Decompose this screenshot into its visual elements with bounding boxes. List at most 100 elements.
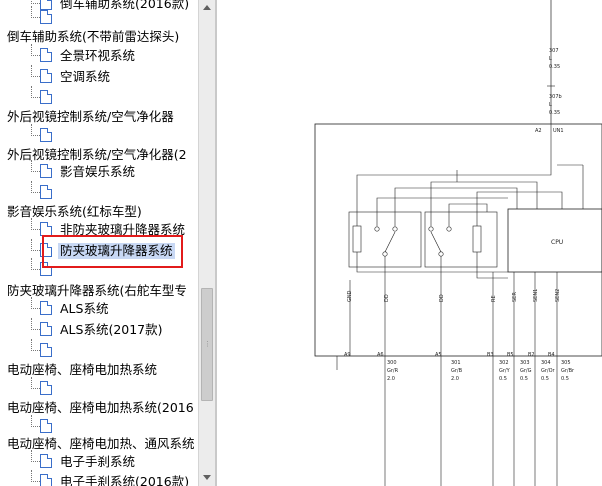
pin-label: SEN1 bbox=[533, 289, 539, 302]
document-icon bbox=[40, 381, 52, 395]
document-icon bbox=[40, 454, 52, 468]
wire-gauge: 0.35 bbox=[549, 64, 560, 70]
wire-gauge: 2.0 bbox=[451, 376, 459, 382]
tree-connector-line bbox=[31, 329, 40, 330]
pin-label: GND bbox=[347, 290, 353, 302]
wire-code: 302 bbox=[499, 360, 509, 366]
tree-connector-line bbox=[31, 481, 40, 482]
wire-gauge: 0.35 bbox=[549, 110, 560, 116]
document-icon bbox=[40, 10, 52, 24]
pin-label: SEN2 bbox=[555, 289, 561, 302]
tree-connector-line bbox=[31, 388, 40, 389]
connector-label: UN1 bbox=[553, 128, 564, 134]
tree-item-label: 倒车辅助系统(2016款) bbox=[60, 0, 190, 11]
bottom-pin: A6 bbox=[377, 352, 384, 358]
document-icon bbox=[40, 322, 52, 336]
tree-connector-line bbox=[31, 135, 40, 136]
document-icon bbox=[40, 185, 52, 199]
tree-item-label: 电子手刹系统(2016款) bbox=[60, 474, 190, 486]
tree-item-label: 外后视镜控制系统/空气净化器 bbox=[7, 109, 174, 124]
bottom-pin: B2 bbox=[528, 352, 535, 358]
tree-item-label: 影音娱乐系统(红标车型) bbox=[7, 204, 142, 219]
relay-coil-left bbox=[352, 225, 362, 253]
tree-item-label: 电子手刹系统 bbox=[60, 454, 136, 469]
tree-connector-line bbox=[31, 269, 40, 270]
relay-coil-right bbox=[472, 225, 482, 253]
document-icon bbox=[40, 90, 52, 104]
connector-pin: A2 bbox=[535, 128, 542, 134]
selection-highlight-box bbox=[42, 235, 183, 268]
pin-label: DD bbox=[439, 294, 445, 302]
tree-item-label: 空调系统 bbox=[60, 69, 111, 84]
wire-code: 307 bbox=[549, 48, 559, 54]
wire-color: Gr/G bbox=[520, 368, 532, 374]
document-icon bbox=[40, 343, 52, 357]
wire-gauge: 0.5 bbox=[520, 376, 528, 382]
tree-connector-line bbox=[31, 55, 40, 56]
tree-item-label: 电动座椅、座椅电加热系统(2016 bbox=[7, 400, 194, 415]
vertical-scrollbar[interactable]: ⋮ bbox=[198, 0, 215, 486]
pin-label: RE bbox=[491, 295, 497, 302]
wire-gauge: 0.5 bbox=[541, 376, 549, 382]
tree-connector-line bbox=[31, 97, 40, 98]
tree-connector-line bbox=[31, 350, 40, 351]
tree-item-label: 电动座椅、座椅电加热系统 bbox=[7, 362, 158, 377]
scroll-down-arrow-icon[interactable] bbox=[199, 470, 215, 486]
wire-color: Gr/R bbox=[387, 368, 399, 374]
pin-label: SER bbox=[512, 292, 518, 302]
document-icon bbox=[40, 419, 52, 433]
tree-item-label: ALS系统 bbox=[60, 301, 109, 316]
wire-code: 303 bbox=[520, 360, 530, 366]
bottom-pin: B4 bbox=[548, 352, 555, 358]
bottom-pin: B5 bbox=[507, 352, 514, 358]
bottom-pin: A9 bbox=[344, 352, 351, 358]
wire-gauge: 2.0 bbox=[387, 376, 395, 382]
bottom-pin: A5 bbox=[435, 352, 442, 358]
tree-connector-line bbox=[31, 192, 40, 193]
scroll-up-arrow-icon[interactable] bbox=[199, 0, 215, 16]
scroll-thumb[interactable]: ⋮ bbox=[201, 288, 213, 401]
tree-item-label: 电动座椅、座椅电加热、通风系统 bbox=[7, 436, 195, 451]
wire-code: 305 bbox=[561, 360, 571, 366]
tree-connector-line bbox=[31, 426, 40, 427]
wiring-diagram-view[interactable]: 307 L 0.35 307b L 0.35 A2 UN1 CPU GND DD DD RE SER SEN… bbox=[217, 0, 602, 486]
tree-connector-line bbox=[31, 76, 40, 77]
cpu-label: CPU bbox=[551, 239, 563, 246]
document-icon bbox=[40, 222, 52, 236]
document-icon bbox=[40, 301, 52, 315]
relay-right bbox=[424, 211, 498, 268]
document-icon bbox=[40, 164, 52, 178]
wire-color: Gr/B bbox=[451, 368, 463, 374]
wire-code: 304 bbox=[541, 360, 551, 366]
document-icon bbox=[40, 0, 52, 10]
tree-connector-line bbox=[31, 17, 40, 18]
tree-connector-line bbox=[31, 250, 40, 251]
wire-color: Gr/Br bbox=[561, 368, 575, 374]
wire-code: 300 bbox=[387, 360, 397, 366]
wire-color: Gr/Or bbox=[541, 368, 556, 374]
tree-connector-line bbox=[31, 3, 40, 4]
wire-color: L bbox=[549, 102, 552, 108]
tree-item-label: 倒车辅助系统(不带前雷达探头) bbox=[7, 29, 180, 44]
wire-code: 307b bbox=[549, 94, 562, 100]
tree-item-label: 影音娱乐系统 bbox=[60, 164, 136, 179]
tree-connector-line bbox=[31, 171, 40, 172]
tree-item-label: ALS系统(2017款) bbox=[60, 322, 163, 337]
wire-code: 301 bbox=[451, 360, 461, 366]
wiring-diagram: 307 L 0.35 307b L 0.35 A2 UN1 CPU GND DD DD RE SER SEN… bbox=[314, 0, 602, 486]
wire-color: Gr/Y bbox=[499, 368, 511, 374]
wire-color: L bbox=[549, 56, 552, 62]
document-icon bbox=[40, 69, 52, 83]
scroll-grip-icon: ⋮ bbox=[204, 340, 211, 348]
wire-gauge: 0.5 bbox=[561, 376, 569, 382]
document-icon bbox=[40, 48, 52, 62]
tree-item-label: 全景环视系统 bbox=[60, 48, 136, 63]
tree-connector-line bbox=[31, 308, 40, 309]
tree-item-label: 外后视镜控制系统/空气净化器(2 bbox=[7, 147, 187, 162]
tree-item-label: 防夹玻璃升降器系统(右舵车型专 bbox=[7, 283, 187, 298]
wire-gauge: 0.5 bbox=[499, 376, 507, 382]
document-icon bbox=[40, 128, 52, 142]
tree-connector-line bbox=[31, 229, 40, 230]
bottom-pin: B3 bbox=[487, 352, 494, 358]
tree-connector-line bbox=[31, 461, 40, 462]
